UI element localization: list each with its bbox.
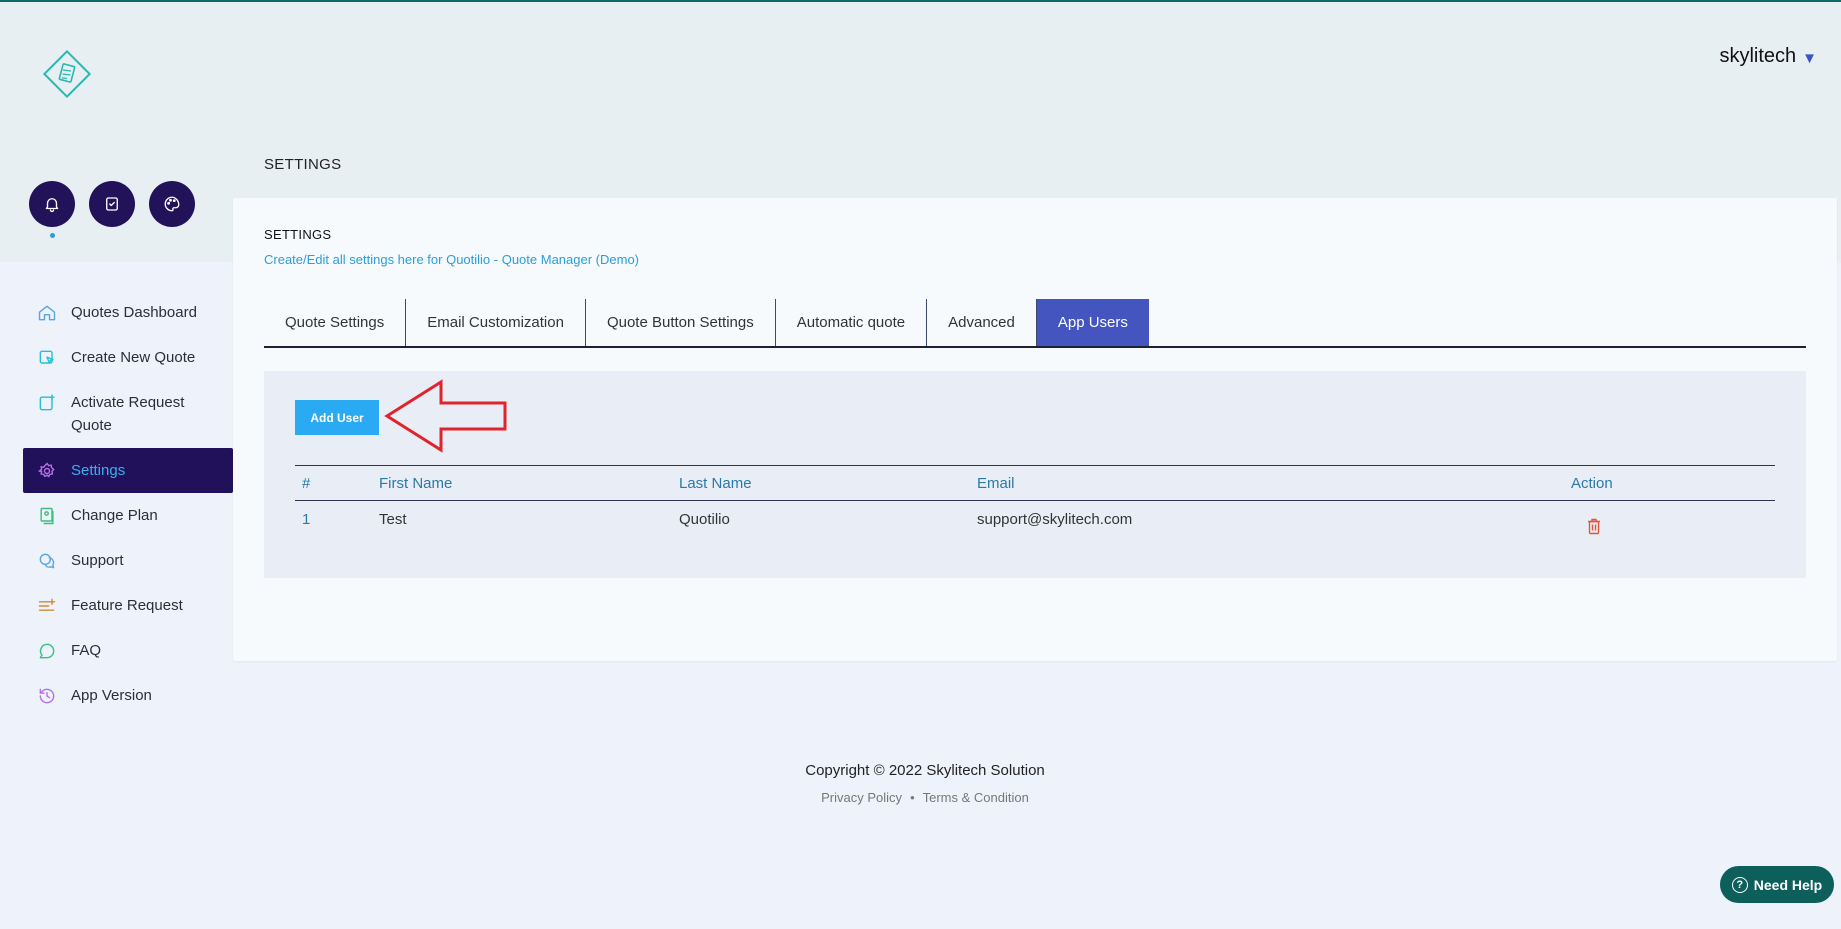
page-title: SETTINGS [264,156,342,173]
settings-card: SETTINGS Create/Edit all settings here f… [233,198,1837,661]
need-help-button[interactable]: ? Need Help [1720,866,1834,903]
sidebar-item-label: Quotes Dashboard [71,304,197,321]
sidebar-item-create-new-quote[interactable]: Create New Quote [23,335,233,380]
chevron-down-icon: ▼ [1802,49,1817,67]
theme-button[interactable] [149,181,195,227]
sidebar-item-label: Settings [71,462,126,479]
footer-links: Privacy Policy • Terms & Condition [0,790,1841,805]
activate-quote-icon [39,394,55,411]
tab-automatic-quote[interactable]: Automatic quote [776,299,928,346]
cell-num: 1 [302,510,311,528]
sidebar-nav: Quotes Dashboard Create New Quote Activa… [23,290,233,718]
privacy-policy-link[interactable]: Privacy Policy [821,790,902,805]
trash-icon[interactable] [1587,518,1601,535]
copyright-text: Copyright © 2022 Skylitech Solution [805,762,1045,779]
users-table: # First Name Last Name Email Action 1 Te… [295,465,1775,537]
sidebar-item-faq[interactable]: FAQ [23,628,233,673]
annotation-arrow-icon [384,379,507,453]
cell-action [1571,500,1721,539]
add-user-button[interactable]: Add User [295,400,379,435]
app-logo-icon[interactable] [40,47,94,101]
column-header-action: Action [1571,474,1613,492]
column-header-num[interactable]: # [295,475,379,492]
sidebar-item-label: FAQ [71,642,102,659]
app-users-panel: Add User # First Name Last Name Email Ac… [264,371,1806,578]
need-help-label: Need Help [1753,876,1823,893]
create-quote-icon [39,350,54,364]
cell-last-name: Quotilio [679,510,730,528]
checklist-icon [106,197,118,211]
sidebar-item-support[interactable]: Support [23,538,233,583]
sidebar-item-label: App Version [71,687,152,704]
palette-icon [164,196,180,212]
bell-icon [45,198,59,213]
tab-advanced[interactable]: Advanced [927,299,1037,346]
column-header-first-name[interactable]: First Name [379,475,679,492]
sidebar-item-app-version[interactable]: App Version [23,673,233,718]
faq-bubble-icon [39,643,55,659]
list-plus-icon [38,598,56,611]
sidebar-item-label: Create New Quote [71,349,196,366]
sidebar-item-change-plan[interactable]: Change Plan [23,493,233,538]
sidebar-item-label: Change Plan [71,507,158,524]
table-row: 1 Test Quotilio support@skylitech.com [295,501,1775,537]
tab-app-users[interactable]: App Users [1036,299,1149,346]
sidebar-item-label: Activate Request Quote [71,394,185,434]
sidebar-item-label: Feature Request [71,597,183,614]
settings-tabs: Quote Settings Email Customization Quote… [264,299,1806,348]
notifications-button[interactable] [29,181,75,238]
sidebar-item-quotes-dashboard[interactable]: Quotes Dashboard [23,290,233,335]
plan-icon [40,507,54,525]
home-icon [38,305,56,321]
cell-first-name: Test [379,510,407,528]
gear-icon [37,462,55,478]
help-circle-icon: ? [1731,876,1748,893]
history-icon [39,688,55,704]
user-menu[interactable]: skylitech ▼ [1719,45,1817,68]
sidebar-item-label: Support [71,552,124,569]
sidebar-item-settings[interactable]: Settings [23,448,233,493]
card-subtitle: Create/Edit all settings here for Quotil… [264,252,640,267]
tab-quote-button-settings[interactable]: Quote Button Settings [586,299,776,346]
quick-actions [29,181,195,238]
footer-separator: • [910,790,915,805]
tasks-button[interactable] [89,181,135,227]
sidebar-item-activate-request-quote[interactable]: Activate Request Quote [23,380,233,448]
terms-link[interactable]: Terms & Condition [923,790,1029,805]
table-header: # First Name Last Name Email Action [295,465,1775,501]
card-title: SETTINGS [264,227,332,242]
column-header-last-name[interactable]: Last Name [679,475,977,492]
sidebar-item-feature-request[interactable]: Feature Request [23,583,233,628]
column-header-email[interactable]: Email [977,475,1571,492]
tab-email-customization[interactable]: Email Customization [406,299,586,346]
tab-quote-settings[interactable]: Quote Settings [264,299,407,346]
cell-email: support@skylitech.com [977,510,1133,528]
active-indicator-dot [49,233,55,238]
user-name: skylitech [1719,45,1797,67]
chat-icon [39,553,55,569]
